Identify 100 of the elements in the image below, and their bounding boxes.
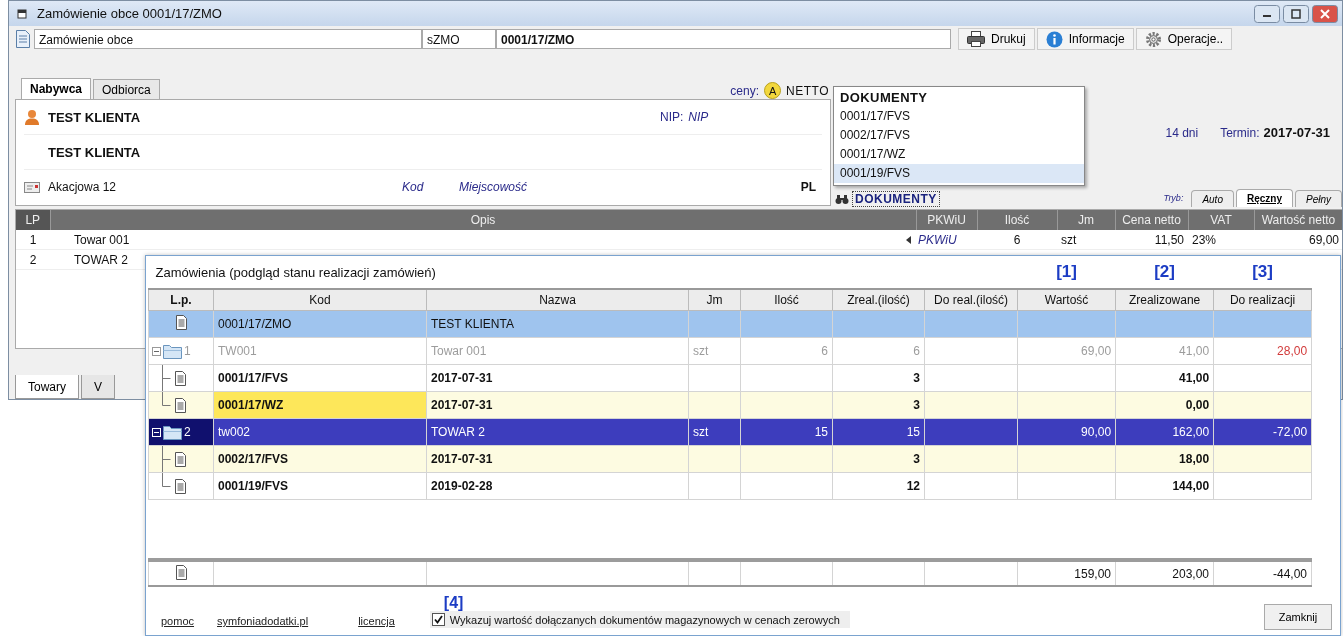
annotation-marker: [1]: [1017, 256, 1116, 289]
table-row[interactable]: 1 TW001 Towar 001 szt 6 6 69,00 41,00 28,00: [148, 337, 1312, 365]
nip-label: NIP:: [660, 110, 684, 124]
column-header: Wartość netto: [1254, 210, 1342, 230]
gear-icon: [1144, 30, 1162, 48]
table-cell: Towar 001: [50, 230, 916, 250]
table-cell: szt: [1057, 230, 1115, 250]
total-cell: 159,00: [1017, 560, 1116, 586]
table-cell: 69,00: [1017, 337, 1116, 365]
series-field[interactable]: sZMO: [422, 29, 496, 49]
folder-icon: [163, 343, 182, 359]
table-cell: 23%: [1188, 230, 1254, 250]
table-cell: 3: [832, 391, 925, 419]
table-cell: TW001: [213, 337, 427, 365]
printer-icon: [967, 31, 985, 47]
info-icon: [1045, 30, 1063, 48]
client-name: TEST KLIENTA: [48, 109, 142, 125]
number-field[interactable]: 0001/17/ZMO: [496, 29, 951, 49]
table-cell: 2017-07-31: [426, 364, 689, 392]
table-cell: 0001/17/ZMO: [213, 310, 427, 338]
table-cell: 15: [832, 418, 925, 446]
table-cell: 11,50: [1115, 230, 1188, 250]
column-header: Zrealizowane: [1115, 289, 1214, 311]
table-cell: 2017-07-31: [426, 391, 689, 419]
popup-title: DOKUMENTY: [839, 89, 929, 107]
table-cell: 0001/19/FVS: [213, 472, 427, 500]
column-header: Nazwa: [426, 289, 689, 311]
document-icon: [174, 315, 188, 330]
info-button[interactable]: Informacje: [1036, 28, 1134, 50]
due-date-label: Termin:: [1220, 125, 1260, 140]
table-cell: 41,00: [1115, 337, 1214, 365]
table-cell: 15: [740, 418, 833, 446]
country: PL: [800, 180, 816, 194]
column-header: Do realizacji: [1213, 289, 1312, 311]
total-cell: -44,00: [1213, 560, 1312, 586]
close-button[interactable]: [1312, 4, 1338, 23]
link[interactable]: licencja: [358, 615, 395, 627]
checkbox[interactable]: [431, 613, 445, 626]
tab[interactable]: V: [81, 375, 116, 399]
tab[interactable]: Towary: [15, 375, 79, 399]
tab[interactable]: Odbiorca: [93, 79, 160, 99]
left-arrow-icon: [906, 235, 912, 244]
maximize-button[interactable]: [1283, 4, 1309, 23]
minimize-button[interactable]: [1254, 4, 1280, 23]
column-header: L.p.: [148, 289, 214, 311]
close-button[interactable]: Zamknij: [1264, 604, 1332, 630]
table-cell: 0,00: [1115, 391, 1214, 419]
column-header: Do real.(ilość): [924, 289, 1018, 311]
table-cell: 6: [740, 337, 833, 365]
link[interactable]: symfoniadodatki.pl: [217, 615, 309, 627]
document-icon: [174, 397, 187, 413]
document-item[interactable]: 0001/17/WZ: [834, 145, 1084, 164]
column-header: Jm: [688, 289, 741, 311]
table-cell: 2019-02-28: [426, 472, 689, 500]
table-cell: TOWAR 2: [426, 418, 689, 446]
table-cell: tw002: [213, 418, 427, 446]
document-icon: [174, 370, 187, 386]
table-cell: -72,00: [1213, 418, 1312, 446]
table-cell: 0001/17/WZ: [213, 391, 427, 419]
person-icon: [24, 109, 40, 125]
document-type-field[interactable]: Zamówienie obce: [34, 29, 422, 49]
table-cell: 2: [16, 249, 50, 270]
document-item[interactable]: 0001/17/FVS: [834, 107, 1084, 126]
table-row[interactable]: 1 Towar 001 PKWiU 6 szt 11,50 23% 69,00: [16, 230, 1342, 250]
print-button[interactable]: Drukuj: [958, 28, 1035, 50]
table-cell: szt: [688, 337, 741, 365]
table-row[interactable]: 0001/19/FVS 2019-02-28 12 144,00: [148, 472, 1312, 500]
gear-button[interactable]: Operacje..: [1135, 28, 1233, 50]
nip-value: NIP: [688, 110, 709, 124]
mode-tab[interactable]: Ręczny: [1235, 189, 1293, 207]
row-number: 2: [184, 425, 191, 439]
column-header: Cena netto: [1115, 210, 1188, 230]
price-mode-badge: A: [764, 82, 782, 99]
tab[interactable]: Nabywca: [21, 78, 92, 99]
document-icon: [174, 564, 188, 580]
link[interactable]: pomoc: [161, 615, 195, 627]
table-cell: 162,00: [1115, 418, 1214, 446]
city: Miejscowość: [459, 180, 528, 194]
mode-tab[interactable]: Auto: [1191, 190, 1234, 207]
table-cell: PKWiU: [918, 232, 957, 247]
table-row[interactable]: 0001/17/WZ 2017-07-31 3 0,00: [148, 391, 1312, 419]
table-cell: 3: [832, 364, 925, 392]
binoculars-icon: [835, 193, 849, 205]
checkbox-label: Wykazuj wartość dołączanych dokumentów magazynowych w cenach zerowych: [449, 613, 840, 626]
table-cell: 3: [832, 445, 925, 473]
table-cell: 41,00: [1115, 364, 1214, 392]
annotation-marker: [2]: [1115, 256, 1214, 289]
postcode: Kod: [402, 180, 425, 194]
table-row[interactable]: 2 tw002 TOWAR 2 szt 15 15 90,00 162,00 -72,00: [148, 418, 1312, 446]
column-header: LP: [16, 210, 50, 230]
table-row[interactable]: 0002/17/FVS 2017-07-31 3 18,00: [148, 445, 1312, 473]
folder-icon: [163, 424, 182, 440]
table-cell: TEST KLIENTA: [426, 310, 689, 338]
table-row[interactable]: 0001/17/FVS 2017-07-31 3 41,00: [148, 364, 1312, 392]
column-header: VAT: [1188, 210, 1254, 230]
table-cell: szt: [688, 418, 741, 446]
document-item[interactable]: 0002/17/FVS: [834, 126, 1084, 145]
mode-tab[interactable]: Pełny: [1295, 190, 1342, 207]
table-row[interactable]: 0001/17/ZMO TEST KLIENTA: [148, 310, 1312, 338]
document-item[interactable]: 0001/19/FVS: [834, 164, 1084, 183]
